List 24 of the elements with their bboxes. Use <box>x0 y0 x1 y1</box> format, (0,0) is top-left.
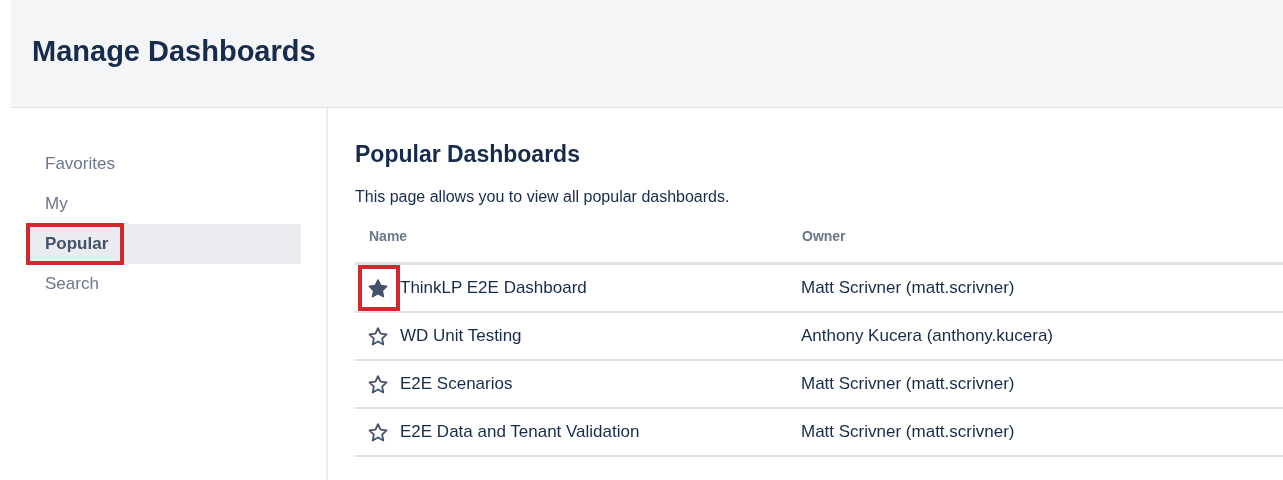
favorite-star-button[interactable] <box>368 422 388 442</box>
favorite-star-button[interactable] <box>368 374 388 394</box>
sidebar-item[interactable]: My <box>30 184 301 224</box>
owner-name: Matt Scrivner (matt.scrivner) <box>800 422 1016 442</box>
sidebar-item[interactable]: Search <box>30 264 301 304</box>
column-header: Owner <box>801 228 847 244</box>
owner-name: Matt Scrivner (matt.scrivner) <box>800 278 1016 298</box>
sidebar-item[interactable]: Favorites <box>30 144 301 184</box>
section-heading: Popular Dashboards <box>355 141 581 168</box>
dashboard-link[interactable]: E2E Scenarios <box>400 374 513 394</box>
page-title: Manage Dashboards <box>32 35 316 69</box>
column-header: Name <box>368 228 409 244</box>
favorite-star-button[interactable] <box>368 326 388 346</box>
dashboard-link[interactable]: E2E Data and Tenant Validation <box>400 422 640 442</box>
star-outline-icon <box>368 326 388 346</box>
dashboard-link[interactable]: WD Unit Testing <box>400 326 522 346</box>
dashboard-link[interactable]: ThinkLP E2E Dashboard <box>400 278 587 298</box>
description: This page allows you to view all popular dashboards. <box>355 188 731 206</box>
owner-name: Anthony Kucera (anthony.kucera) <box>800 326 1054 346</box>
favorite-star-button[interactable] <box>368 278 388 298</box>
star-outline-icon <box>368 374 388 394</box>
filled-star-icon <box>368 278 388 298</box>
owner-name: Matt Scrivner (matt.scrivner) <box>800 374 1016 394</box>
star-outline-icon <box>368 422 388 442</box>
